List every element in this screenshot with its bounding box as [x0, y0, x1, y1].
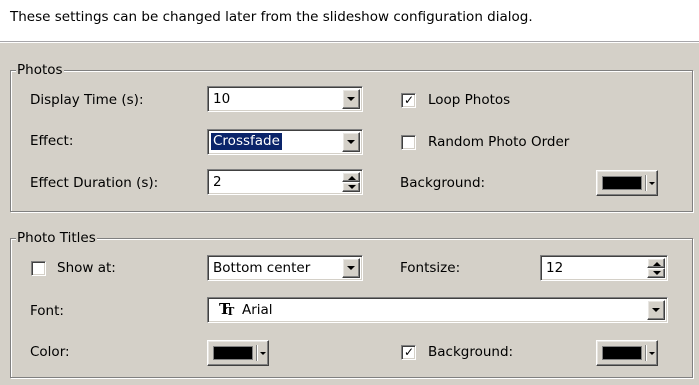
divider [256, 345, 258, 361]
font-dropdown[interactable]: TT Arial [207, 297, 668, 323]
checkmark-icon: ✓ [404, 345, 415, 359]
color-swatch [602, 346, 642, 360]
photo-titles-legend: Photo Titles [16, 230, 97, 246]
spin-down-button[interactable] [647, 268, 665, 278]
triangle-down-icon [348, 185, 356, 189]
triangle-up-icon [653, 262, 661, 266]
show-at-value: Bottom center [213, 260, 311, 276]
display-time-label: Display Time (s): [30, 92, 144, 108]
loop-photos-checkbox[interactable]: ✓ [401, 93, 416, 108]
spin-up-button[interactable] [647, 258, 665, 268]
effect-duration-spin-buttons [342, 172, 360, 192]
effect-duration-spinner[interactable]: 2 [207, 169, 363, 195]
chevron-down-icon [347, 140, 355, 144]
title-color-button[interactable] [207, 340, 269, 366]
photos-background-label: Background: [400, 175, 486, 191]
display-time-dropdown[interactable]: 10 [207, 86, 363, 112]
fontsize-label: Fontsize: [400, 260, 461, 276]
effect-dropdown[interactable]: Crossfade [207, 129, 363, 155]
fontsize-value: 12 [546, 260, 564, 276]
effect-duration-label: Effect Duration (s): [30, 175, 159, 191]
loop-photos-label[interactable]: Loop Photos [428, 92, 510, 108]
spin-down-button[interactable] [342, 182, 360, 192]
chevron-down-icon [649, 182, 655, 185]
random-order-checkbox[interactable] [401, 135, 416, 150]
chevron-down-icon [347, 266, 355, 270]
display-time-value: 10 [213, 91, 231, 107]
fontsize-spinner[interactable]: 12 [540, 255, 668, 281]
chevron-down-icon [649, 352, 655, 355]
show-at-dropdown-button[interactable] [342, 258, 360, 278]
checkmark-icon: ✓ [404, 93, 415, 107]
font-label: Font: [30, 303, 64, 319]
chevron-down-icon [347, 97, 355, 101]
divider [645, 175, 647, 191]
effect-dropdown-button[interactable] [342, 132, 360, 152]
effect-value: Crossfade [210, 132, 283, 151]
fontsize-spin-buttons [647, 258, 665, 278]
spin-up-button[interactable] [342, 172, 360, 182]
photos-legend: Photos [16, 62, 64, 78]
color-swatch [213, 346, 253, 360]
chevron-down-icon [652, 308, 660, 312]
show-at-dropdown[interactable]: Bottom center [207, 255, 363, 281]
color-label: Color: [30, 344, 70, 360]
random-order-label[interactable]: Random Photo Order [428, 134, 569, 150]
info-banner: These settings can be changed later from… [0, 0, 699, 42]
color-swatch [602, 176, 642, 190]
title-background-checkbox[interactable]: ✓ [401, 345, 416, 360]
title-background-color-button[interactable] [596, 340, 658, 366]
font-dropdown-button[interactable] [647, 300, 665, 320]
show-at-checkbox[interactable] [31, 261, 46, 276]
effect-duration-value: 2 [213, 174, 222, 190]
effect-label: Effect: [30, 133, 74, 149]
truetype-font-icon: TT [219, 300, 235, 318]
display-time-dropdown-button[interactable] [342, 89, 360, 109]
banner-text: These settings can be changed later from… [10, 9, 533, 25]
triangle-down-icon [653, 271, 661, 275]
divider [645, 345, 647, 361]
font-value: Arial [242, 302, 273, 318]
title-background-label[interactable]: Background: [428, 344, 513, 360]
photos-background-color-button[interactable] [596, 170, 658, 196]
triangle-up-icon [348, 176, 356, 180]
chevron-down-icon [260, 352, 266, 355]
show-at-label[interactable]: Show at: [57, 260, 116, 276]
banner-divider [0, 42, 699, 43]
